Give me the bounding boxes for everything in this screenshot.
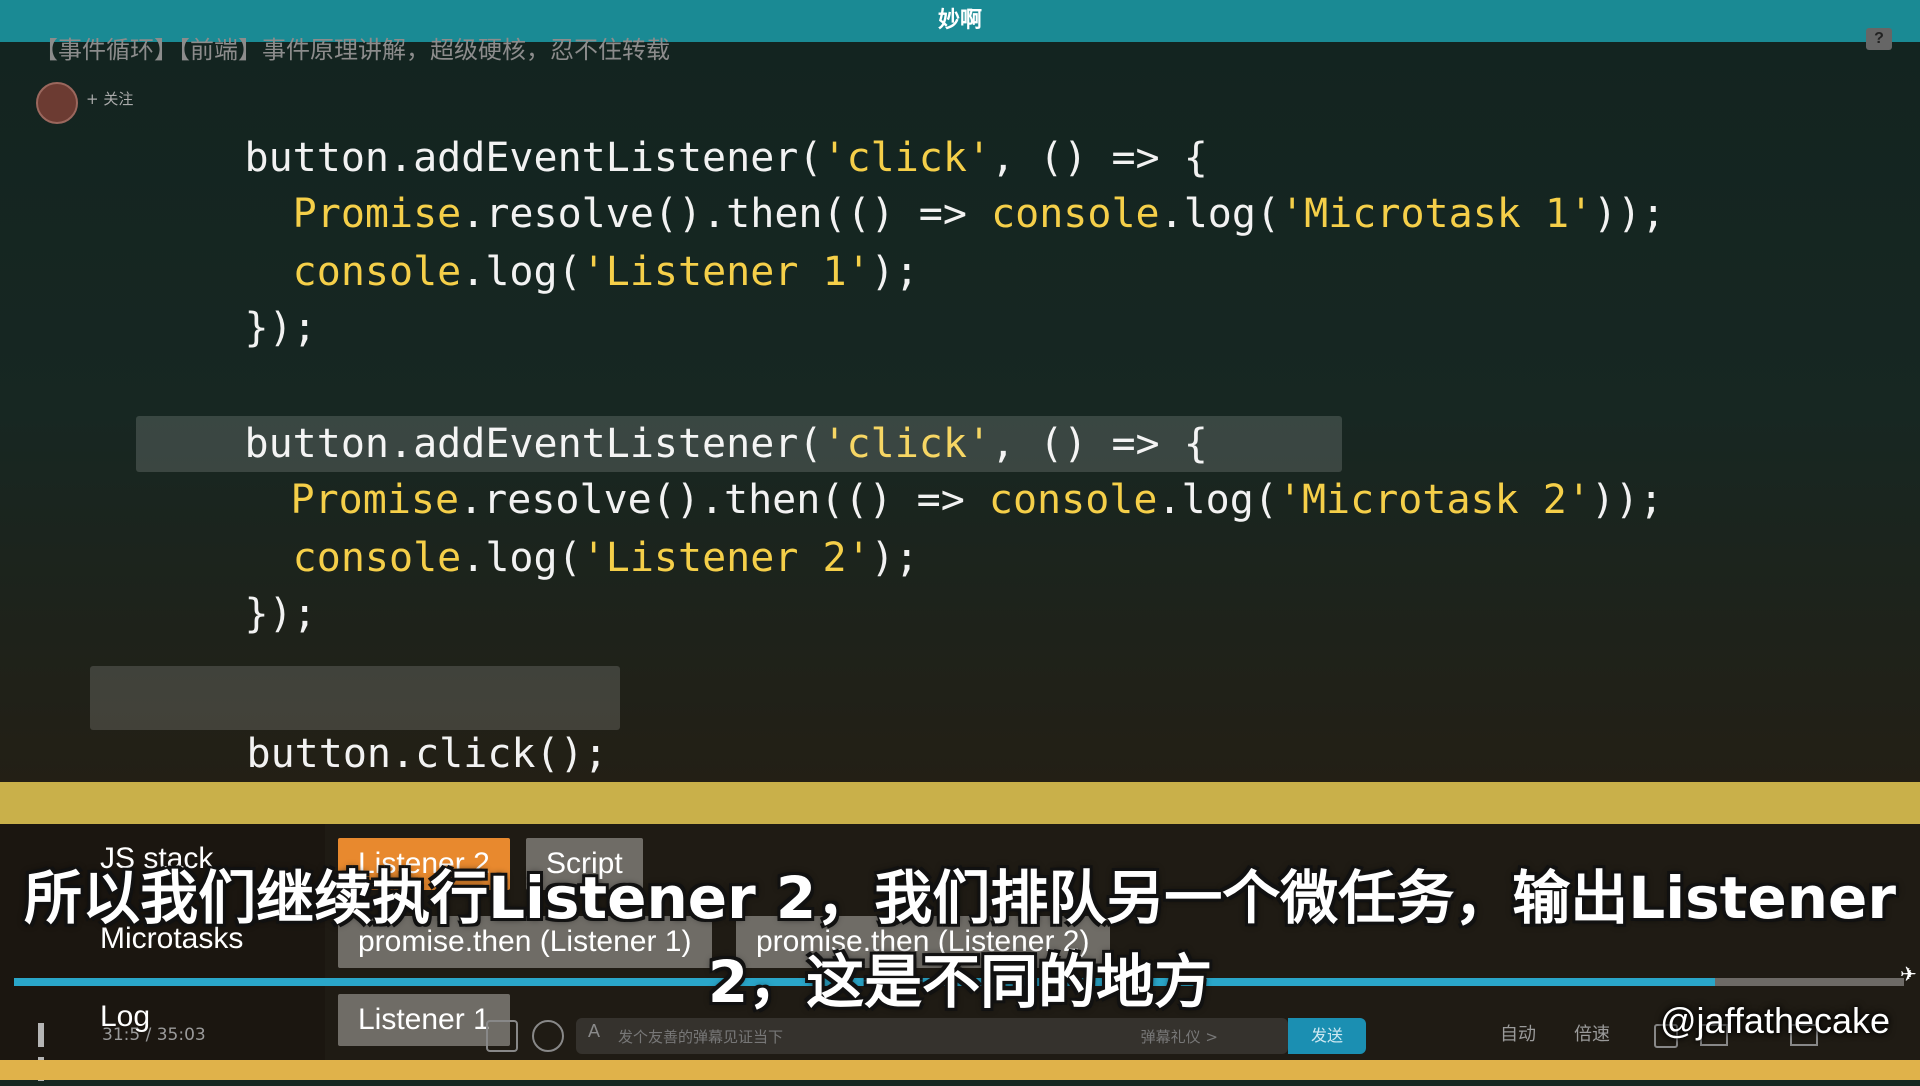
code-token: button.click(); xyxy=(246,731,608,777)
code-token: console xyxy=(292,249,462,295)
code-line-4: }); xyxy=(100,244,317,351)
danmaku-settings-icon[interactable] xyxy=(532,1020,564,1052)
follow-button[interactable]: + 关注 xyxy=(86,88,133,109)
danmaku-placeholder: 发个友善的弹幕见证当下 xyxy=(618,1028,784,1046)
danmaku-etiquette-link[interactable]: 弹幕礼仪 > xyxy=(1141,1026,1218,1047)
avatar[interactable] xyxy=(36,82,78,124)
video-title[interactable]: 【事件循环】【前端】事件原理讲解，超级硬核，忍不住转载 xyxy=(34,30,670,65)
code-line-7-highlighted: Promise.resolve().then(() => console.log… xyxy=(136,416,1663,523)
code-line-6: button.addEventListener('click', () => { xyxy=(100,360,1208,467)
code-token: .log( xyxy=(461,249,582,295)
code-token: 'Microtask 2' xyxy=(1277,477,1591,523)
code-line-8: console.log('Listener 2'); xyxy=(100,474,919,581)
subtitle: 所以我们继续执行Listener 2，我们排队另一个微任务，输出Listener… xyxy=(0,856,1920,1024)
code-token: }); xyxy=(244,305,317,351)
code-token: .log( xyxy=(1157,477,1278,523)
code-token: console xyxy=(991,191,1160,237)
code-token: .log( xyxy=(1159,191,1281,237)
code-token: ); xyxy=(870,535,919,581)
code-token: )); xyxy=(1590,477,1664,523)
code-token: 'Listener 1' xyxy=(581,249,871,295)
code-token: .log( xyxy=(461,535,582,581)
danmaku-toggle-icon[interactable] xyxy=(486,1020,518,1052)
code-line-2: Promise.resolve().then(() => console.log… xyxy=(100,130,1666,237)
subtitle-line-2: 2，这是不同的地方 xyxy=(707,948,1213,1016)
code-token: }); xyxy=(244,591,317,637)
font-style-icon[interactable]: A xyxy=(588,1021,600,1042)
code-token: )); xyxy=(1593,191,1666,237)
video-frame[interactable]: button.addEventListener('click', () => {… xyxy=(0,42,1920,782)
code-line-1: button.addEventListener('click', () => { xyxy=(100,74,1208,181)
code-token: console xyxy=(988,477,1158,523)
code-token: 'Microtask 1' xyxy=(1280,191,1594,237)
code-line-9: }); xyxy=(100,530,317,637)
bottom-strip xyxy=(0,1060,1920,1080)
help-icon[interactable]: ? xyxy=(1866,28,1892,50)
code-token: console xyxy=(292,535,462,581)
code-line-3: console.log('Listener 1'); xyxy=(100,188,919,295)
code-line-11-highlighted: button.click(); xyxy=(90,666,620,777)
subtitle-line-1: 所以我们继续执行Listener 2，我们排队另一个微任务，输出Listener xyxy=(24,864,1896,932)
slide-divider-band xyxy=(0,782,1920,824)
code-token: ); xyxy=(870,249,919,295)
window-title: 妙啊 xyxy=(937,7,982,32)
code-token: 'Listener 2' xyxy=(581,535,871,581)
